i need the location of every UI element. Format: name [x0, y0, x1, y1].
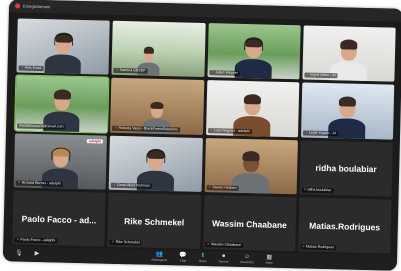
- participant-display-name: Wassim Chaabane: [211, 217, 287, 230]
- participant-tile-active-speaker[interactable]: Abdelkrimasch@Gmail.com: [14, 74, 110, 134]
- share-label: Share: [198, 259, 207, 264]
- mic-muted-icon: ✕: [115, 68, 119, 73]
- name-tag: ✕ Wassim Chaabane: [204, 242, 244, 249]
- name-tag: ✕ Paolo Facco - adelphi: [14, 237, 58, 244]
- participant-name: Omar Abed Rahman: [116, 182, 150, 188]
- record-label: Record: [218, 259, 229, 264]
- participant-tile-no-video[interactable]: Wassim Chaabane ✕ Wassim Chaabane: [202, 194, 297, 252]
- name-tag: ✕ Richard Berner - adelphi: [15, 180, 63, 187]
- participant-tile[interactable]: ✕ Luca Negroni - adelphi: [205, 80, 300, 137]
- mic-muted-icon: ✕: [208, 184, 212, 189]
- name-tag: ✕ Matias Rodrigues: [299, 244, 337, 251]
- participant-name: Leyla Yugeto - AI: [308, 130, 337, 135]
- top-bar: Enregistrement: [8, 0, 401, 22]
- record-dot-icon: [15, 3, 21, 9]
- participant-display-name: Paolo Facco - ad...: [21, 213, 97, 225]
- participant-tile-no-video[interactable]: Rike Schmekel ✕ Rike Schmekel: [107, 192, 202, 249]
- participant-name: Richard Berner - adelphi: [21, 180, 61, 186]
- chat-button[interactable]: 💬 Chat: [179, 253, 187, 264]
- participant-name: Ingrid Zeller - AI: [310, 72, 336, 78]
- participant-name: Luca Negroni - adelphi: [213, 127, 250, 133]
- mic-muted-icon: ✕: [111, 239, 115, 244]
- name-tag: ✕ Rike Schmekel: [109, 239, 142, 246]
- name-tag: ✕ ridha boulabiar: [301, 187, 334, 193]
- participant-name: Roberta Vassi - BlackForestSolutions: [118, 125, 178, 131]
- name-tag: Abdelkrimasch@Gmail.com: [17, 122, 66, 130]
- name-tag: ✕ Omar Abed Rahman: [110, 182, 152, 189]
- recording-label: Enregistrement: [23, 3, 51, 10]
- reactions-label: Reactions: [240, 260, 254, 265]
- participant-display-name: Matias.Rodrigues: [309, 220, 381, 232]
- participant-video: [234, 36, 273, 79]
- participant-tile[interactable]: ✕ Ingrid Zeller - AI: [302, 25, 396, 82]
- participant-tile[interactable]: ✕ Omar Abed Rahman: [108, 135, 203, 192]
- reactions-button[interactable]: ☺ Reactions: [240, 254, 254, 265]
- name-tag: ✕ Sabrina GBSDF: [113, 68, 148, 74]
- mic-muted-icon: ✕: [303, 187, 307, 192]
- mic-muted-icon: ✕: [114, 125, 118, 130]
- participant-video: [44, 31, 82, 75]
- participant-tile[interactable]: ✕ Steven Heijnen: [204, 137, 298, 195]
- participant-tile-no-video[interactable]: Paolo Facco - ad... ✕ Paolo Facco - adel…: [12, 190, 106, 247]
- mic-muted-icon: ✕: [302, 244, 306, 249]
- recording-indicator[interactable]: Enregistrement: [15, 3, 50, 9]
- mic-muted-icon: ✕: [209, 127, 213, 132]
- video-grid: ✕ Anis Essid ✕ Sabrina GBSDF ✕ Julian We…: [12, 18, 396, 254]
- participant-name: Julian Wegner: [214, 70, 239, 76]
- name-tag: ✕ Ingrid Zeller - AI: [304, 72, 338, 79]
- name-tag: ✕ Julian Wegner: [208, 70, 241, 77]
- toolbar-center: 👥 Participants 💬 Chat ⬆ Share ⏺ Record ☺…: [151, 252, 272, 266]
- participants-button[interactable]: 👥 Participants: [151, 252, 167, 263]
- participant-tile[interactable]: ✕ Leyla Yugeto - AI: [300, 82, 395, 140]
- name-tag: ✕ Leyla Yugeto - AI: [302, 129, 339, 136]
- participant-tile-no-video[interactable]: ridha boulabiar ✕ ridha boulabiar: [299, 139, 393, 197]
- participant-tile[interactable]: ✕ Julian Wegner: [206, 23, 301, 80]
- name-tag: ✕ Luca Negroni - adelphi: [207, 127, 252, 134]
- toolbar-left: 🎙 ▶: [15, 250, 39, 258]
- video-camera-icon: ▶: [34, 250, 40, 258]
- mic-muted-icon: ✕: [210, 70, 215, 75]
- microphone-icon: 🎙: [14, 250, 23, 257]
- mic-muted-icon: ✕: [206, 242, 210, 247]
- participant-display-name: Rike Schmekel: [124, 215, 185, 228]
- mic-muted-icon: ✕: [17, 180, 21, 185]
- participant-name: Anis Essid: [24, 65, 42, 71]
- company-badge: adelphi: [86, 138, 104, 144]
- participant-tile[interactable]: ✕ Anis Essid: [16, 18, 111, 75]
- apps-button[interactable]: ▦ Apps: [266, 255, 273, 266]
- mic-muted-icon: ✕: [112, 182, 117, 187]
- record-button[interactable]: ⏺ Record: [219, 254, 229, 265]
- name-tag: ✕ Steven Heijnen: [206, 184, 239, 191]
- name-tag: ✕ Anis Essid: [18, 65, 44, 72]
- participant-name: ridha boulabiar: [307, 187, 332, 192]
- mic-muted-icon: ✕: [306, 72, 310, 77]
- participant-tile[interactable]: ✕ Roberta Vassi - BlackForestSolutions: [110, 78, 204, 135]
- participant-name: Steven Heijnen: [212, 184, 237, 190]
- participant-tile[interactable]: adelphi ✕ Richard Berner - adelphi: [13, 132, 108, 190]
- name-tag: ✕ Roberta Vassi - BlackForestSolutions: [112, 125, 180, 132]
- participant-name: Matias Rodrigues: [306, 244, 335, 250]
- participant-name: Sabrina GBSDF: [119, 68, 146, 73]
- chat-label: Chat: [179, 258, 187, 263]
- participant-name: Paolo Facco - adelphi: [20, 237, 56, 243]
- mic-muted-icon: ✕: [304, 129, 308, 135]
- participant-tile[interactable]: ✕ Sabrina GBSDF: [111, 20, 206, 78]
- participant-name: Rike Schmekel: [115, 239, 140, 245]
- participant-tile-no-video[interactable]: Matias.Rodrigues ✕ Matias Rodrigues: [297, 197, 392, 254]
- participants-label: Participants: [151, 257, 168, 263]
- share-screen-button[interactable]: ⬆ Share: [199, 253, 207, 264]
- participant-name: Abdelkrimasch@Gmail.com: [19, 123, 64, 129]
- participant-display-name: ridha boulabiar: [315, 163, 377, 175]
- mic-muted-icon: ✕: [16, 237, 20, 242]
- zoom-window: Enregistrement ✕ Anis Essid ✕ Sabrina GB…: [2, 0, 401, 271]
- unmute-button[interactable]: 🎙: [15, 250, 23, 257]
- apps-label: Apps: [265, 260, 273, 265]
- video-button[interactable]: ▶: [35, 251, 40, 258]
- participant-name: Wassim Chaabane: [210, 242, 242, 247]
- mic-muted-icon: ✕: [20, 65, 24, 70]
